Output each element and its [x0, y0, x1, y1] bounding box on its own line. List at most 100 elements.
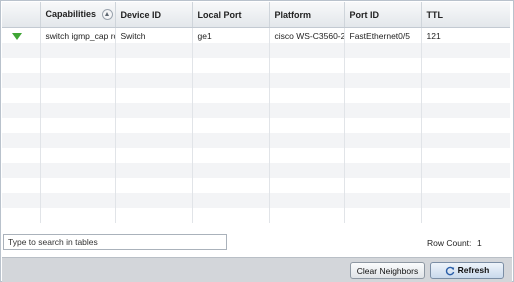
empty-cell — [115, 178, 193, 193]
local-port-cell: ge1 — [192, 27, 270, 43]
empty-cell — [115, 193, 193, 208]
neighbors-table-container[interactable]: Capabilities Device ID Local Port Platfo… — [2, 2, 510, 224]
column-header-device-id[interactable]: Device ID — [115, 2, 193, 28]
clear-neighbors-button[interactable]: Clear Neighbors — [350, 262, 425, 279]
empty-cell — [344, 178, 422, 193]
empty-cell — [2, 148, 41, 163]
empty-cell — [269, 58, 345, 73]
empty-cell — [2, 133, 41, 148]
empty-cell — [421, 178, 510, 193]
ttl-cell: 121 — [421, 27, 510, 43]
empty-cell — [421, 193, 510, 208]
empty-cell — [269, 178, 345, 193]
empty-cell — [2, 58, 41, 73]
empty-cell — [421, 88, 510, 103]
column-header-port-id[interactable]: Port ID — [344, 2, 422, 28]
column-header-ttl[interactable]: TTL — [421, 2, 510, 28]
empty-cell — [344, 193, 422, 208]
empty-cell — [192, 88, 270, 103]
empty-cell — [2, 163, 41, 178]
empty-cell — [2, 103, 41, 118]
empty-cell — [40, 43, 116, 58]
empty-cell — [344, 163, 422, 178]
empty-cell — [192, 208, 270, 223]
empty-cell — [344, 103, 422, 118]
empty-cell — [192, 163, 270, 178]
refresh-icon — [445, 266, 454, 276]
empty-cell — [115, 103, 193, 118]
action-bar: Clear Neighbors Refresh — [2, 257, 512, 282]
column-header-status[interactable] — [2, 2, 41, 28]
empty-cell — [421, 58, 510, 73]
capabilities-cell: switch igmp_cap rc — [40, 27, 116, 43]
empty-table-row — [2, 88, 510, 103]
empty-cell — [344, 73, 422, 88]
empty-cell — [40, 178, 116, 193]
empty-cell — [2, 208, 41, 223]
empty-cell — [269, 208, 345, 223]
empty-cell — [2, 178, 41, 193]
empty-cell — [344, 133, 422, 148]
empty-cell — [2, 73, 41, 88]
empty-cell — [421, 118, 510, 133]
search-input[interactable] — [3, 234, 227, 250]
green-down-arrow-icon — [12, 32, 22, 40]
empty-cell — [344, 148, 422, 163]
refresh-button[interactable]: Refresh — [430, 262, 504, 279]
column-header-platform[interactable]: Platform — [269, 2, 345, 28]
column-header-local-port[interactable]: Local Port — [192, 2, 270, 28]
empty-cell — [421, 43, 510, 58]
empty-cell — [192, 178, 270, 193]
empty-cell — [40, 88, 116, 103]
empty-cell — [40, 163, 116, 178]
empty-cell — [421, 163, 510, 178]
neighbors-table: Capabilities Device ID Local Port Platfo… — [2, 2, 510, 223]
empty-cell — [269, 73, 345, 88]
empty-cell — [192, 103, 270, 118]
empty-cell — [192, 133, 270, 148]
empty-table-row — [2, 148, 510, 163]
empty-table-row — [2, 58, 510, 73]
column-header-label: Capabilities — [45, 8, 97, 19]
column-header-capabilities[interactable]: Capabilities — [40, 2, 116, 28]
sort-ascending-icon[interactable] — [102, 9, 114, 21]
status-cell — [2, 27, 41, 43]
empty-cell — [269, 103, 345, 118]
empty-table-row — [2, 133, 510, 148]
table-row[interactable]: switch igmp_cap rc Switch ge1 cisco WS-C… — [2, 27, 510, 43]
refresh-button-label: Refresh — [457, 265, 490, 276]
empty-cell — [2, 193, 41, 208]
empty-cell — [269, 118, 345, 133]
empty-cell — [40, 58, 116, 73]
empty-cell — [2, 43, 41, 58]
empty-cell — [192, 73, 270, 88]
row-count-value: 1 — [477, 238, 482, 248]
empty-cell — [115, 163, 193, 178]
empty-table-row — [2, 118, 510, 133]
empty-cell — [421, 148, 510, 163]
empty-cell — [192, 58, 270, 73]
empty-cell — [115, 73, 193, 88]
table-header-row: Capabilities Device ID Local Port Platfo… — [2, 2, 510, 28]
empty-cell — [344, 118, 422, 133]
port-id-cell: FastEthernet0/5 — [344, 27, 422, 43]
empty-cell — [344, 88, 422, 103]
empty-cell — [40, 73, 116, 88]
empty-cell — [269, 193, 345, 208]
empty-table-row — [2, 193, 510, 208]
empty-cell — [269, 163, 345, 178]
empty-cell — [40, 193, 116, 208]
empty-cell — [115, 88, 193, 103]
empty-cell — [421, 103, 510, 118]
empty-cell — [192, 148, 270, 163]
empty-cell — [115, 208, 193, 223]
empty-cell — [40, 118, 116, 133]
empty-table-row — [2, 178, 510, 193]
empty-cell — [2, 88, 41, 103]
device-id-cell: Switch — [115, 27, 193, 43]
empty-cell — [269, 148, 345, 163]
platform-cell: cisco WS-C3560-24 — [269, 27, 345, 43]
empty-cell — [344, 208, 422, 223]
empty-cell — [115, 148, 193, 163]
empty-cell — [269, 43, 345, 58]
